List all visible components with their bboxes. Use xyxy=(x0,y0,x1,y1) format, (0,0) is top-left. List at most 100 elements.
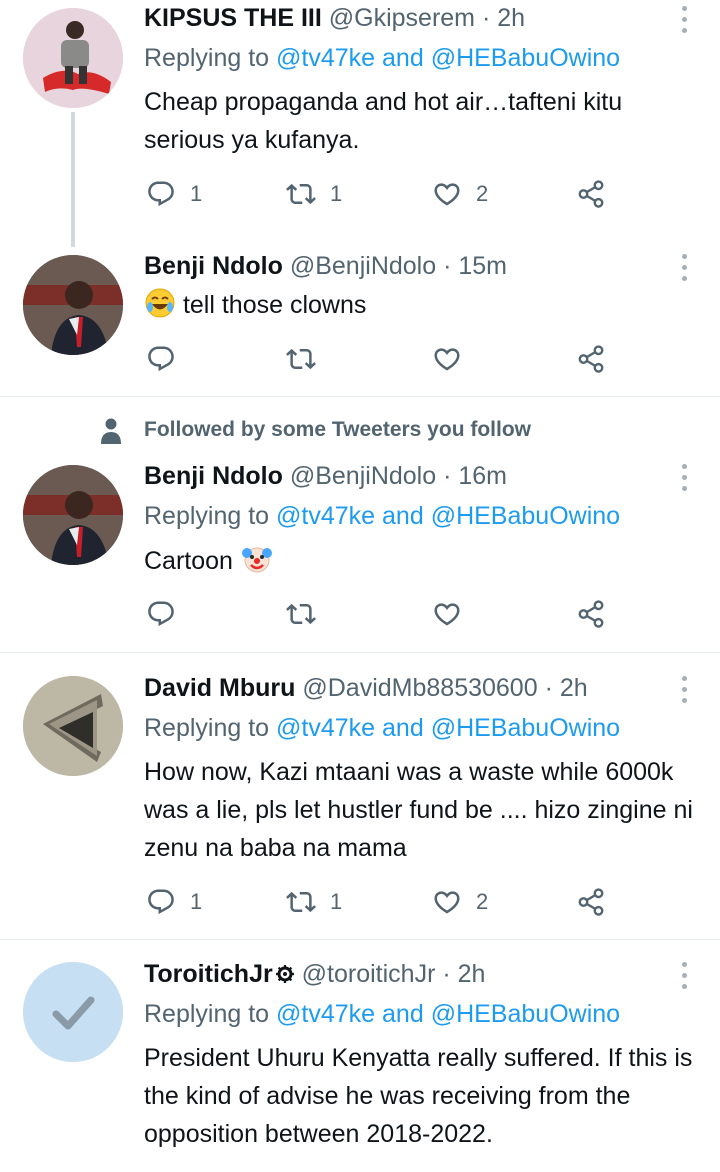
replying-to-label: Replying to xyxy=(144,1000,270,1028)
mention-and[interactable]: and xyxy=(382,502,424,530)
share-button[interactable] xyxy=(576,178,606,210)
mention-link[interactable]: @tv47ke xyxy=(276,1000,375,1028)
divider xyxy=(0,652,720,653)
separator: · xyxy=(442,960,451,988)
more-icon[interactable] xyxy=(674,462,694,494)
more-icon[interactable] xyxy=(674,960,694,992)
share-icon xyxy=(576,179,606,209)
action-bar xyxy=(144,343,624,375)
like-count: 2 xyxy=(476,889,489,914)
user-handle[interactable]: @BenjiNdolo xyxy=(290,462,436,490)
retweet-icon xyxy=(286,887,316,917)
reply-icon xyxy=(146,887,176,917)
social-context[interactable]: Followed by some Tweeters you follow xyxy=(144,416,531,444)
share-button[interactable] xyxy=(576,598,606,630)
timestamp[interactable]: 15m xyxy=(458,252,507,280)
action-bar xyxy=(144,598,624,630)
user-handle[interactable]: @BenjiNdolo xyxy=(290,252,436,280)
more-icon[interactable] xyxy=(674,4,694,36)
tweet-toroitich[interactable]: ToroitichJr @toroitichJr · 2h Replying t… xyxy=(0,956,720,1172)
retweet-button[interactable]: 1 xyxy=(286,178,342,210)
tweet-header: KIPSUS THE III @Gkipserem · 2h xyxy=(144,2,670,34)
like-button[interactable]: 2 xyxy=(432,886,488,918)
mention-link[interactable]: @HEBabuOwino xyxy=(431,1000,620,1028)
mention-link[interactable]: @HEBabuOwino xyxy=(431,502,620,530)
like-button[interactable] xyxy=(432,343,476,375)
mention-link[interactable]: @HEBabuOwino xyxy=(431,714,620,742)
retweet-button[interactable] xyxy=(286,343,330,375)
tweet-benji-1[interactable]: Benji Ndolo @BenjiNdolo · 15m tell those… xyxy=(0,250,720,395)
display-name[interactable]: Benji Ndolo xyxy=(144,252,283,280)
reply-icon xyxy=(146,344,176,374)
user-handle[interactable]: @Gkipserem xyxy=(329,4,475,32)
tweet-benji-2[interactable]: Benji Ndolo @BenjiNdolo · 16m Replying t… xyxy=(0,460,720,652)
avatar[interactable] xyxy=(23,465,123,565)
separator: · xyxy=(443,252,452,280)
reply-button[interactable] xyxy=(146,598,190,630)
like-icon xyxy=(432,344,462,374)
divider xyxy=(0,396,720,397)
share-icon xyxy=(576,344,606,374)
separator: · xyxy=(443,462,452,490)
timestamp[interactable]: 2h xyxy=(458,960,486,988)
display-name[interactable]: Benji Ndolo xyxy=(144,462,283,490)
retweet-icon xyxy=(286,344,316,374)
timestamp[interactable]: 2h xyxy=(560,674,588,702)
retweet-button[interactable] xyxy=(286,598,330,630)
action-bar: 1 1 2 xyxy=(144,178,624,210)
tweet-text: Cheap propaganda and hot air…tafteni kit… xyxy=(144,88,623,154)
mention-link[interactable]: @tv47ke xyxy=(276,44,375,72)
avatar[interactable] xyxy=(23,255,123,355)
timestamp[interactable]: 2h xyxy=(497,4,525,32)
tweet-text-row: Cartoon xyxy=(144,541,704,580)
tweet-text: How now, Kazi mtaani was a waste while 6… xyxy=(144,758,693,862)
tweet-text-row: tell those clowns xyxy=(144,286,704,324)
user-handle[interactable]: @toroitichJr xyxy=(302,960,436,988)
share-button[interactable] xyxy=(576,343,606,375)
mention-link[interactable]: @tv47ke xyxy=(276,502,375,530)
more-icon[interactable] xyxy=(674,674,694,706)
mention-link[interactable]: @tv47ke xyxy=(276,714,375,742)
action-bar: 1 1 2 xyxy=(144,886,624,918)
like-icon xyxy=(432,179,462,209)
display-name[interactable]: KIPSUS THE III xyxy=(144,4,322,32)
tweet-header: Benji Ndolo @BenjiNdolo · 16m xyxy=(144,460,670,492)
avatar[interactable] xyxy=(23,962,123,1062)
tweet-text: tell those clowns xyxy=(182,291,367,319)
reply-button[interactable] xyxy=(146,343,190,375)
mention-and[interactable]: and xyxy=(382,44,424,72)
replying-to: Replying to @tv47ke and @HEBabuOwino xyxy=(144,42,620,74)
separator: · xyxy=(544,674,553,702)
reply-button[interactable]: 1 xyxy=(146,886,202,918)
tweet-text: Cartoon xyxy=(144,547,233,575)
like-icon xyxy=(432,887,462,917)
mention-and[interactable]: and xyxy=(382,714,424,742)
clown-emoji xyxy=(241,547,272,573)
separator: · xyxy=(481,4,491,32)
avatar[interactable] xyxy=(23,8,123,108)
display-name[interactable]: ToroitichJr xyxy=(144,960,273,988)
like-button[interactable] xyxy=(432,598,476,630)
replying-to-label: Replying to xyxy=(144,44,270,72)
like-icon xyxy=(432,599,462,629)
mention-link[interactable]: @HEBabuOwino xyxy=(431,44,620,72)
tweet-david[interactable]: David Mburu @DavidMb88530600 · 2h Replyi… xyxy=(0,670,720,938)
user-handle[interactable]: @DavidMb88530600 xyxy=(302,674,537,702)
retweet-button[interactable]: 1 xyxy=(286,886,342,918)
reply-button[interactable]: 1 xyxy=(146,178,202,210)
gear-badge-icon xyxy=(275,965,294,983)
display-name[interactable]: David Mburu xyxy=(144,674,295,702)
reply-count: 1 xyxy=(190,889,203,914)
reply-count: 1 xyxy=(190,181,203,206)
reply-icon xyxy=(146,179,176,209)
avatar[interactable] xyxy=(23,676,123,776)
more-icon[interactable] xyxy=(674,252,694,284)
timestamp[interactable]: 16m xyxy=(458,462,507,490)
replying-to-label: Replying to xyxy=(144,502,270,530)
tweet-kipsus[interactable]: KIPSUS THE III @Gkipserem · 2h Replying … xyxy=(0,0,720,250)
share-button[interactable] xyxy=(576,886,606,918)
mention-and[interactable]: and xyxy=(382,1000,424,1028)
like-button[interactable]: 2 xyxy=(432,178,488,210)
tweet-header: Benji Ndolo @BenjiNdolo · 15m xyxy=(144,250,670,282)
retweet-count: 1 xyxy=(330,889,343,914)
